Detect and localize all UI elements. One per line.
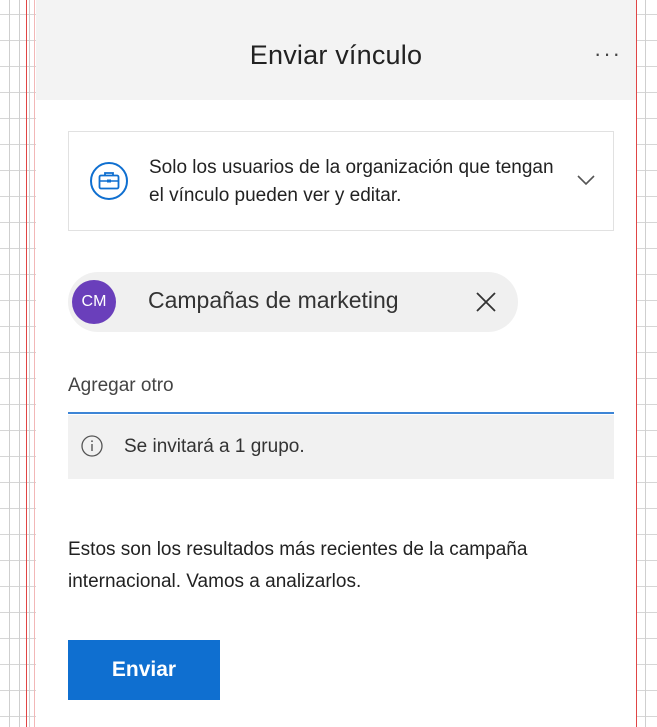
info-message-bar: Se invitará a 1 grupo. [68, 415, 614, 479]
panel-header: Enviar vínculo ··· [36, 0, 636, 100]
add-recipient-input[interactable] [68, 360, 614, 414]
info-text: Se invitará a 1 grupo. [124, 436, 305, 457]
permission-description: Solo los usuarios de la organización que… [149, 157, 554, 206]
remove-recipient-button[interactable] [474, 290, 498, 314]
more-options-button[interactable]: ··· [594, 43, 622, 65]
page-margin-line [26, 0, 27, 727]
panel-title: Enviar vínculo [249, 40, 423, 70]
page-margin-line-light [34, 0, 35, 727]
send-button[interactable]: Enviar [68, 640, 220, 700]
recipient-name: Campañas de marketing [148, 287, 399, 313]
avatar: CM [72, 280, 116, 324]
info-icon [81, 435, 103, 457]
recipient-chip: CM Campañas de marketing [68, 272, 518, 332]
send-link-panel: Enviar vínculo ··· Solo los usuarios de … [36, 0, 636, 727]
briefcase-icon [90, 162, 128, 200]
link-settings-button[interactable]: Solo los usuarios de la organización que… [68, 131, 614, 231]
spreadsheet-background-right [637, 0, 657, 727]
message-text[interactable]: Estos son los resultados más recientes d… [68, 534, 628, 598]
chevron-down-icon [577, 175, 595, 186]
